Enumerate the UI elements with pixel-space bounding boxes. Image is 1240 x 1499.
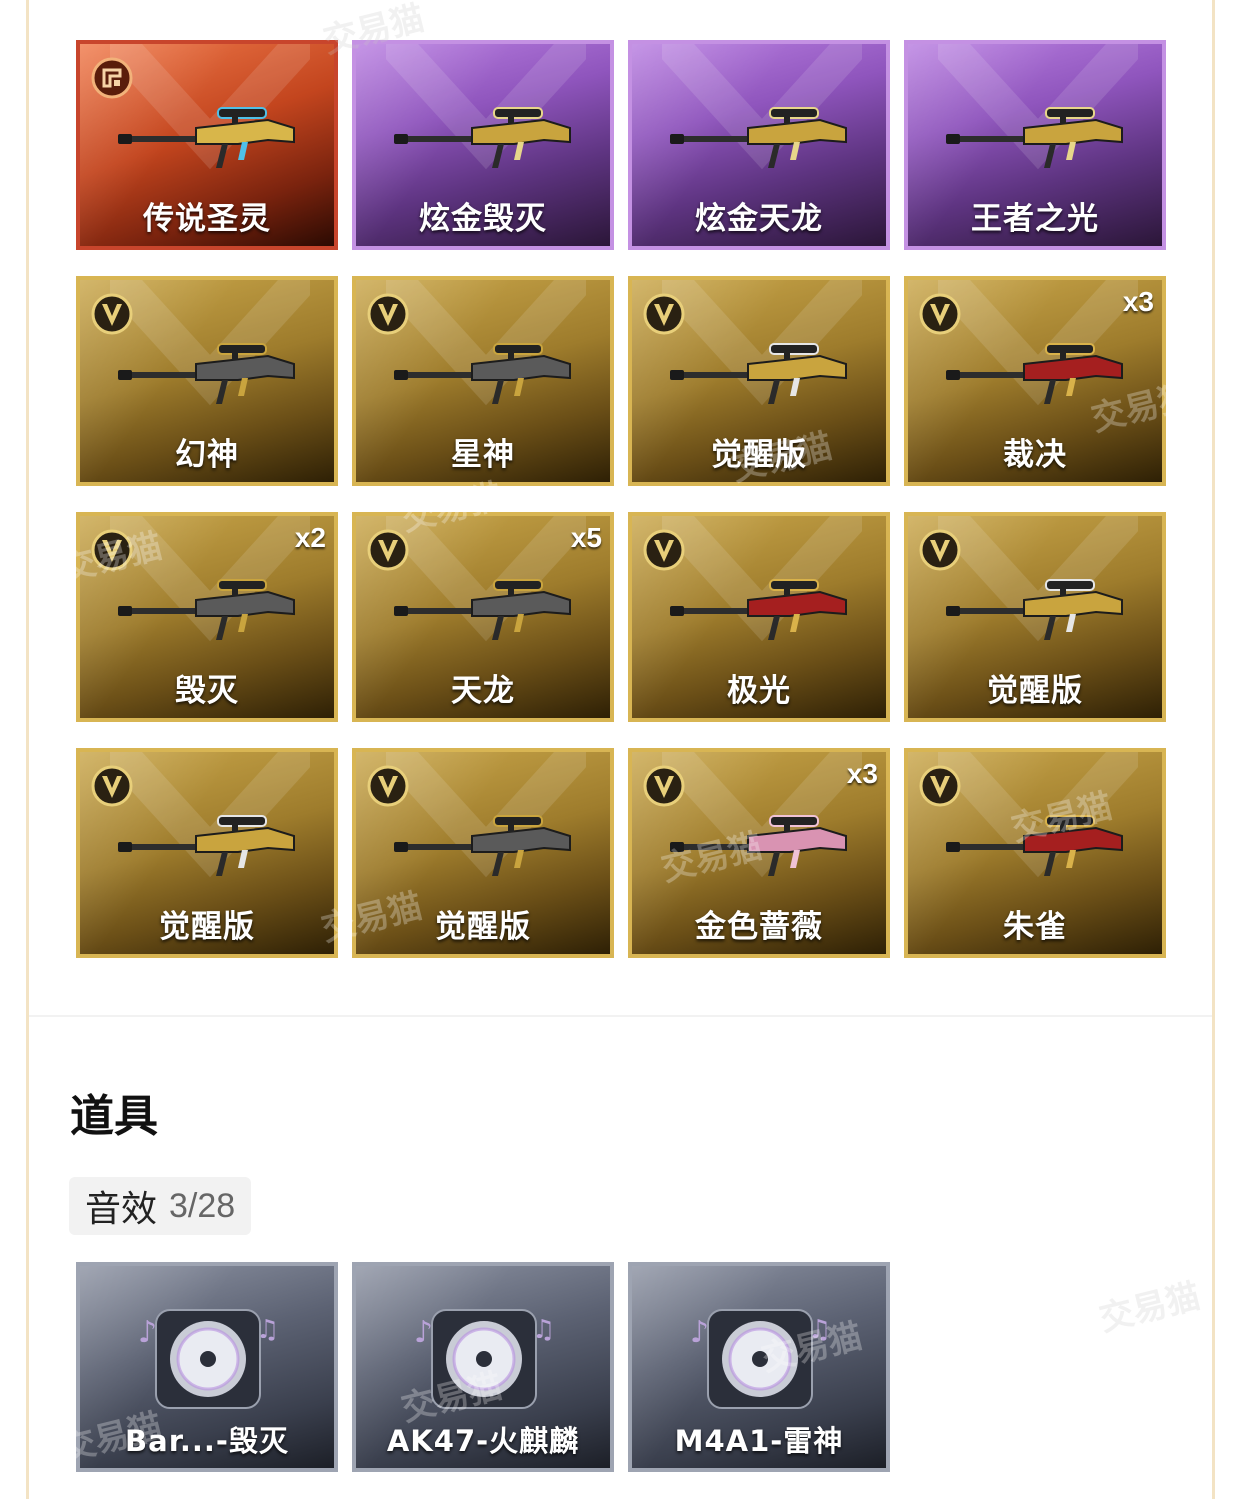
weapon-count-badge: x3 — [1122, 286, 1154, 317]
music-disc-icon: ♪ ♫ — [414, 1309, 554, 1409]
weapon-name: 传说圣灵 — [143, 201, 271, 237]
sniper-rifle-icon — [118, 107, 295, 168]
weapon-card[interactable]: 觉醒版 — [76, 748, 338, 958]
svg-text:♫: ♫ — [532, 1315, 554, 1345]
sound-effect-card[interactable]: ♪ ♫ M4A1-雷神 — [628, 1262, 890, 1472]
weapon-row: x2 毁灭 x5 天龙 极光 觉醒版 — [76, 512, 1166, 722]
weapon-name: 觉醒版 — [159, 909, 255, 945]
weapon-name: 幻神 — [175, 437, 239, 473]
sound-category-name: 音效 — [85, 1189, 158, 1230]
page-frame-right — [1212, 0, 1215, 1499]
weapon-name: 金色蔷薇 — [695, 909, 823, 945]
weapon-count-badge: x3 — [846, 758, 878, 789]
sniper-rifle-icon — [394, 815, 571, 876]
weapon-card[interactable]: 王者之光 — [904, 40, 1166, 250]
sniper-rifle-icon — [946, 343, 1123, 404]
weapon-card[interactable]: x3 金色蔷薇 — [628, 748, 890, 958]
svg-text:♪: ♪ — [138, 1315, 157, 1350]
sound-effect-name: M4A1-雷神 — [674, 1424, 844, 1458]
sniper-rifle-icon — [118, 343, 295, 404]
weapon-name: 炫金天龙 — [695, 201, 823, 237]
weapon-card[interactable]: 极光 — [628, 512, 890, 722]
weapon-card[interactable]: 幻神 — [76, 276, 338, 486]
weapon-count-badge: x5 — [570, 522, 602, 553]
weapon-name: 毁灭 — [175, 673, 239, 709]
weapon-name: 觉醒版 — [435, 909, 531, 945]
weapon-card[interactable]: 觉醒版 — [904, 512, 1166, 722]
weapon-name: 炫金毁灭 — [419, 201, 547, 237]
sniper-rifle-icon — [670, 343, 847, 404]
weapon-name: 觉醒版 — [711, 437, 807, 473]
sound-effect-card[interactable]: ♪ ♫ AK47-火麒麟 — [352, 1262, 614, 1472]
weapon-name: 星神 — [451, 437, 515, 473]
weapon-card[interactable]: 传说圣灵 — [76, 40, 338, 250]
sniper-rifle-icon — [670, 107, 847, 168]
sound-items-row: ♪ ♫ Bar...-毁灭 ♪ ♫ AK47-火麒麟 ♪ ♫ M4A1-雷神 — [76, 1262, 890, 1472]
weapon-name: 极光 — [727, 673, 791, 709]
sniper-rifle-icon — [946, 579, 1123, 640]
sniper-rifle-icon — [118, 815, 295, 876]
sound-effect-name: Bar...-毁灭 — [125, 1424, 289, 1458]
sniper-rifle-icon — [118, 579, 295, 640]
sniper-rifle-icon — [670, 815, 847, 876]
weapon-name: 王者之光 — [971, 201, 1099, 237]
weapon-card[interactable]: 星神 — [352, 276, 614, 486]
music-disc-icon: ♪ ♫ — [690, 1309, 830, 1409]
weapon-card[interactable]: x5 天龙 — [352, 512, 614, 722]
sniper-rifle-icon — [946, 107, 1123, 168]
weapon-card[interactable]: x3 裁决 — [904, 276, 1166, 486]
weapon-card[interactable]: 朱雀 — [904, 748, 1166, 958]
sniper-rifle-icon — [670, 579, 847, 640]
weapon-grid: 传说圣灵 炫金毁灭 炫金天龙 王者之光 幻神 星神 觉醒版 x3 裁决 x2 毁灭 x5 天龙 极光 觉醒版… — [76, 40, 1166, 984]
weapon-name: 裁决 — [1003, 437, 1067, 473]
sniper-rifle-icon — [394, 579, 571, 640]
sound-category-count: 3/28 — [169, 1186, 236, 1225]
page-frame-left — [26, 0, 29, 1499]
section-divider — [29, 1015, 1212, 1017]
svg-text:♪: ♪ — [414, 1315, 433, 1350]
weapon-card[interactable]: 觉醒版 — [628, 276, 890, 486]
sound-category-tab[interactable]: 音效 3/28 — [69, 1177, 252, 1235]
weapon-row: 传说圣灵 炫金毁灭 炫金天龙 王者之光 — [76, 40, 1166, 250]
sniper-rifle-icon — [394, 343, 571, 404]
sound-effect-card[interactable]: ♪ ♫ Bar...-毁灭 — [76, 1262, 338, 1472]
weapon-name: 朱雀 — [1003, 909, 1067, 945]
weapon-count-badge: x2 — [294, 522, 326, 553]
weapon-row: 幻神 星神 觉醒版 x3 裁决 — [76, 276, 1166, 486]
weapon-card[interactable]: 炫金天龙 — [628, 40, 890, 250]
weapon-card[interactable]: 炫金毁灭 — [352, 40, 614, 250]
sound-effect-name: AK47-火麒麟 — [386, 1424, 580, 1458]
weapon-row: 觉醒版 觉醒版 x3 金色蔷薇 朱雀 — [76, 748, 1166, 958]
watermark: 交易猫 — [1095, 1276, 1205, 1340]
svg-text:♫: ♫ — [256, 1315, 278, 1345]
weapon-name: 天龙 — [451, 673, 515, 709]
sniper-rifle-icon — [946, 815, 1123, 876]
music-disc-icon: ♪ ♫ — [138, 1309, 278, 1409]
svg-text:♪: ♪ — [690, 1315, 709, 1350]
weapon-card[interactable]: 觉醒版 — [352, 748, 614, 958]
sniper-rifle-icon — [394, 107, 571, 168]
weapon-name: 觉醒版 — [987, 673, 1083, 709]
weapon-card[interactable]: x2 毁灭 — [76, 512, 338, 722]
props-section-title: 道具 — [70, 1091, 158, 1142]
svg-text:♫: ♫ — [808, 1315, 830, 1345]
